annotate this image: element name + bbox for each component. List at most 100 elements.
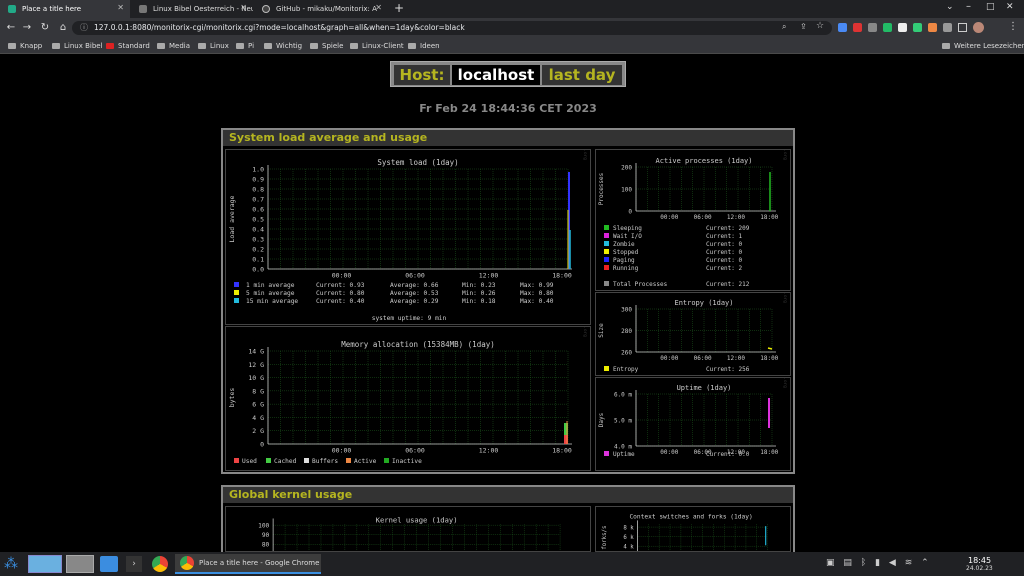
legend-current: Current: 1 bbox=[706, 233, 743, 240]
zoom-icon[interactable]: ⌕ bbox=[782, 22, 786, 32]
battery-icon[interactable]: ▮ bbox=[875, 558, 880, 568]
legend-swatch bbox=[604, 257, 609, 262]
legend-swatch bbox=[604, 366, 609, 371]
period-label: last day bbox=[542, 65, 622, 85]
active-processes-graph[interactable]: Active processes (1day) Monitorix - www.m… bbox=[595, 149, 791, 291]
chrome-icon[interactable] bbox=[152, 556, 168, 572]
entropy-graph[interactable]: Entropy (1day) Monitorix - www.monitorix.… bbox=[595, 292, 791, 376]
system-uptime: system uptime: 9 min bbox=[372, 315, 447, 322]
tab-monitorix[interactable]: Place a title here ✕ bbox=[0, 0, 130, 18]
address-bar[interactable]: ⓘ 127.0.0.1:8080/monitorix-cgi/monitorix… bbox=[72, 21, 832, 35]
legend-swatch bbox=[604, 241, 609, 246]
extension-icon[interactable] bbox=[883, 23, 892, 32]
expand-tray-icon[interactable]: ⌃ bbox=[921, 558, 929, 568]
folder-icon bbox=[264, 43, 272, 49]
extension-icon[interactable] bbox=[838, 23, 847, 32]
terminal-icon[interactable]: › bbox=[126, 556, 142, 572]
bookmark-spiele[interactable]: Spiele bbox=[310, 39, 343, 53]
legend-swatch bbox=[234, 458, 239, 463]
volume-icon[interactable]: ◀ bbox=[889, 558, 896, 568]
x-tick-label: 00:00 bbox=[332, 447, 352, 455]
legend-name: Zombie bbox=[613, 241, 635, 248]
host-header: Host: localhost last day bbox=[390, 61, 626, 87]
bookmark-ideen[interactable]: Ideen bbox=[408, 39, 440, 53]
tab-github[interactable]: GitHub - mikaku/Monitorix: A ✕ bbox=[254, 0, 388, 18]
desktop-2-pager[interactable] bbox=[66, 555, 94, 573]
x-tick-label: 18:00 bbox=[552, 272, 572, 280]
y-tick-label: 0 bbox=[260, 441, 264, 449]
taskbar-chrome-window[interactable]: Place a title here - Google Chrome bbox=[175, 554, 321, 574]
bookmark-other[interactable]: Weitere Lesezeichen bbox=[942, 39, 1024, 53]
extension-icon[interactable] bbox=[928, 23, 937, 32]
close-window-icon[interactable]: ✕ bbox=[1006, 2, 1014, 12]
y-tick-label: 0.2 bbox=[252, 246, 264, 254]
file-manager-icon[interactable] bbox=[100, 556, 118, 572]
folder-icon bbox=[8, 43, 16, 49]
y-tick-label: 100 bbox=[621, 187, 632, 194]
maximize-icon[interactable]: □ bbox=[986, 2, 995, 12]
host-label: Host: bbox=[394, 65, 450, 85]
share-icon[interactable]: ⇪ bbox=[800, 22, 807, 31]
clock-date[interactable]: 24.02.23 bbox=[966, 565, 993, 572]
bluetooth-icon[interactable]: ᛒ bbox=[861, 558, 866, 568]
context-switches-graph[interactable]: Context switches and forks (1day) 8 k 6 k 4… bbox=[595, 506, 791, 552]
x-tick-label: 12:00 bbox=[727, 214, 745, 221]
home-icon[interactable]: ⌂ bbox=[56, 21, 70, 35]
desktop-1-pager[interactable] bbox=[28, 555, 62, 573]
bookmark-linux-client[interactable]: Linux-Client bbox=[350, 39, 404, 53]
graph-title: Active processes (1day) bbox=[656, 157, 753, 165]
bookmark-wichtig[interactable]: Wichtig bbox=[264, 39, 302, 53]
clipboard-icon[interactable]: ▤ bbox=[843, 558, 852, 568]
y-tick-label: 0.4 bbox=[252, 226, 264, 234]
memory-allocation-graph[interactable]: Memory allocation (15384MB) (1day) Monito… bbox=[225, 326, 591, 471]
menu-icon[interactable]: ⋮ bbox=[1008, 21, 1018, 32]
bookmark-linux[interactable]: Linux bbox=[198, 39, 229, 53]
graph-title: Uptime (1day) bbox=[677, 384, 732, 392]
close-tab-icon[interactable]: ✕ bbox=[375, 3, 382, 12]
legend-average: Average: 0.66 bbox=[390, 282, 439, 289]
close-tab-icon[interactable]: ✕ bbox=[240, 3, 247, 12]
kernel-usage-graph[interactable]: Kernel usage (1day) 100 90 80 bbox=[225, 506, 591, 552]
clock-time[interactable]: 18:45 bbox=[968, 556, 991, 565]
info-icon[interactable]: ⓘ bbox=[80, 22, 88, 33]
bookmark-media[interactable]: Media bbox=[157, 39, 190, 53]
legend-current: Current: 0.93 bbox=[316, 282, 365, 289]
system-load-graph[interactable]: System load (1day) Monitorix - www.monito… bbox=[225, 149, 591, 325]
back-icon[interactable]: ← bbox=[4, 21, 18, 35]
wifi-icon[interactable]: ≋ bbox=[905, 558, 913, 568]
x-tick-label: 00:00 bbox=[332, 272, 352, 280]
extension-icon[interactable] bbox=[853, 23, 862, 32]
x-tick-label: 12:00 bbox=[727, 355, 745, 362]
extension-icon[interactable] bbox=[913, 23, 922, 32]
tab-title: Linux Bibel Oesterreich - Neu bbox=[153, 5, 253, 13]
bookmark-knapp[interactable]: Knapp bbox=[8, 39, 42, 53]
legend-swatch bbox=[346, 458, 351, 463]
sidepanel-icon[interactable] bbox=[958, 23, 967, 32]
tab-linux-bibel[interactable]: Linux Bibel Oesterreich - Neu ✕ bbox=[131, 0, 253, 18]
legend-swatch bbox=[604, 249, 609, 254]
forward-icon[interactable]: → bbox=[20, 21, 34, 35]
app-launcher-icon[interactable]: ⁂ bbox=[4, 556, 20, 572]
y-tick-label: 200 bbox=[621, 165, 632, 172]
reload-icon[interactable]: ↻ bbox=[38, 21, 52, 35]
new-tab-button[interactable]: + bbox=[394, 1, 404, 15]
legend-current: Current: 0.0 bbox=[706, 451, 750, 458]
bookmark-pi[interactable]: Pi bbox=[236, 39, 254, 53]
minimize-icon[interactable]: – bbox=[966, 1, 971, 12]
update-icon[interactable]: ▣ bbox=[826, 558, 835, 568]
chrome-icon bbox=[180, 556, 194, 570]
bookmark-star-icon[interactable]: ☆ bbox=[816, 21, 824, 31]
puzzle-icon[interactable] bbox=[943, 23, 952, 32]
close-tab-icon[interactable]: ✕ bbox=[117, 3, 124, 12]
y-tick-label: 10 G bbox=[248, 374, 264, 382]
y-tick-label: 4 G bbox=[252, 414, 264, 422]
avatar[interactable] bbox=[973, 22, 984, 33]
uptime-graph[interactable]: Uptime (1day) Monitorix - www.monitorix.o… bbox=[595, 377, 791, 471]
tab-search-icon[interactable]: ⌄ bbox=[946, 2, 954, 12]
extension-icon[interactable] bbox=[868, 23, 877, 32]
extension-icon[interactable] bbox=[898, 23, 907, 32]
standard-icon bbox=[106, 43, 114, 49]
bookmark-standard[interactable]: Standard bbox=[106, 39, 150, 53]
folder-icon bbox=[236, 43, 244, 49]
bookmark-linux-bibel[interactable]: Linux Bibel bbox=[52, 39, 103, 53]
